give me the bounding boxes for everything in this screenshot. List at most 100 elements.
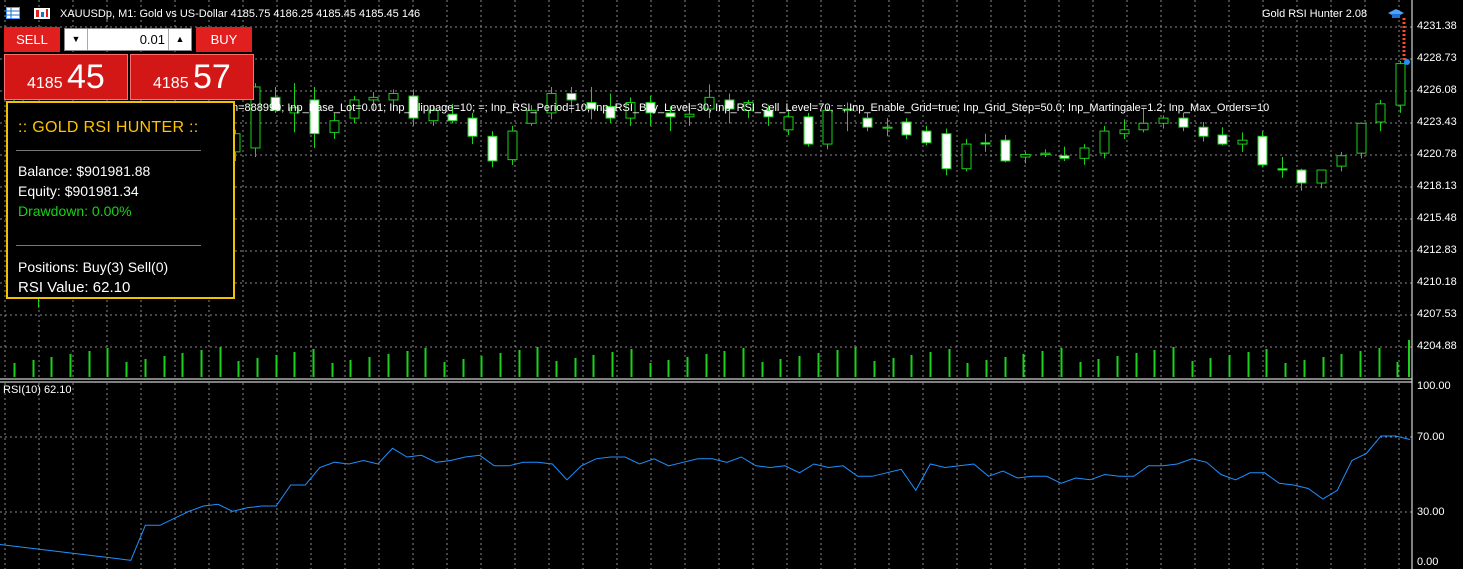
rsi-indicator — [0, 435, 1411, 561]
equity-text: Equity: $901981.34 — [18, 183, 139, 199]
chart-grid-icon[interactable] — [6, 6, 20, 19]
candle-body — [467, 117, 478, 137]
candle-body — [1198, 126, 1209, 137]
candle — [1178, 112, 1189, 132]
candle-body — [1059, 155, 1070, 159]
sell-button[interactable]: SELL — [4, 27, 60, 52]
divider — [16, 150, 201, 151]
symbol-info: XAUUSDp, M1: Gold vs US-Dollar 4185.75 4… — [60, 8, 421, 20]
candle-body — [1138, 122, 1149, 131]
candle-body — [1099, 130, 1110, 154]
rsi-tick: 70.00 — [1417, 431, 1445, 443]
candle — [980, 133, 991, 152]
rsi-line — [0, 435, 1411, 561]
expert-name: Gold RSI Hunter 2.08 — [1262, 8, 1368, 20]
buy-price-pips: 57 — [193, 58, 231, 96]
balance-text: Balance: $901981.88 — [18, 163, 151, 179]
price-tick: 4215.48 — [1417, 212, 1457, 224]
one-click-trading-panel: SELL ▼ ▲ BUY 4185 45 4185 57 — [4, 27, 254, 100]
candle — [1395, 61, 1406, 113]
price-tick: 4218.13 — [1417, 180, 1457, 192]
market-watch-icon[interactable] — [34, 6, 50, 19]
price-tick: 4231.38 — [1417, 20, 1457, 32]
candle-body — [961, 143, 972, 170]
buy-button[interactable]: BUY — [196, 27, 252, 52]
buy-price-prefix: 4185 — [153, 75, 189, 92]
candle-body — [368, 96, 379, 101]
sell-price-pips: 45 — [67, 58, 105, 96]
price-tick: 4204.88 — [1417, 340, 1457, 352]
candle-body — [941, 133, 952, 170]
candle-body — [980, 142, 991, 145]
candle — [1000, 134, 1011, 163]
candle — [1277, 157, 1288, 178]
candle — [1296, 168, 1307, 191]
rsi-value-text: RSI Value: 62.10 — [18, 279, 131, 296]
candle-body — [329, 120, 340, 133]
candle-body — [447, 113, 458, 122]
candle-body — [1296, 169, 1307, 184]
panel-title: :: GOLD RSI HUNTER :: — [18, 119, 199, 136]
candle — [1198, 122, 1209, 142]
candle — [1316, 169, 1327, 189]
candle — [1020, 151, 1031, 164]
candle — [467, 112, 478, 145]
rsi-indicator-label: RSI(10) 62.10 — [3, 384, 72, 396]
candle-body — [882, 126, 893, 129]
trade-levels — [1402, 18, 1410, 65]
candle-body — [1217, 134, 1228, 145]
candle-body — [803, 116, 814, 145]
candle — [803, 112, 814, 147]
price-tick: 4228.73 — [1417, 52, 1457, 64]
candle — [329, 112, 340, 139]
lot-size-field: ▼ ▲ — [64, 28, 192, 51]
price-tick: 4207.53 — [1417, 308, 1457, 320]
candle — [862, 112, 873, 132]
price-tick: 4212.83 — [1417, 244, 1457, 256]
candle-body — [1119, 129, 1130, 135]
positions-text: Positions: Buy(3) Sell(0) — [18, 259, 169, 275]
candle — [1375, 99, 1386, 132]
candle — [1059, 146, 1070, 161]
drawdown-text: Drawdown: 0.00% — [18, 203, 132, 219]
price-tick: 4226.08 — [1417, 84, 1457, 96]
candle — [487, 131, 498, 168]
candle — [882, 118, 893, 137]
candle-body — [1020, 153, 1031, 158]
candle — [1079, 144, 1090, 165]
candle-body — [1395, 63, 1406, 106]
candle-body — [684, 113, 695, 118]
sell-price-prefix: 4185 — [27, 75, 63, 92]
candle-body — [783, 116, 794, 131]
buy-price-box[interactable]: 4185 57 — [130, 54, 254, 100]
candle-body — [1356, 122, 1367, 154]
candle-body — [1257, 135, 1268, 166]
candle-body — [507, 130, 518, 161]
candle-body — [1336, 155, 1347, 167]
candle — [1119, 119, 1130, 139]
lot-increase-icon[interactable]: ▲ — [168, 29, 191, 50]
lot-decrease-icon[interactable]: ▼ — [65, 29, 88, 50]
candle — [941, 128, 952, 176]
candle-body — [487, 135, 498, 162]
candle-body — [1237, 139, 1248, 145]
rsi-tick: 100.00 — [1417, 380, 1451, 392]
candle — [1158, 115, 1169, 129]
lot-size-input[interactable] — [89, 30, 167, 49]
candle — [1356, 122, 1367, 159]
expert-hat-icon[interactable] — [1387, 7, 1404, 19]
sell-price-box[interactable]: 4185 45 — [4, 54, 128, 100]
price-tick: 4220.78 — [1417, 148, 1457, 160]
candle-body — [921, 130, 932, 144]
expert-inputs-text: n=888999; Inp_Base_Lot=0.01; Inp_Slippag… — [232, 102, 1270, 114]
volume-bars — [13, 340, 1410, 377]
candle-body — [822, 109, 833, 145]
candle — [507, 125, 518, 165]
candle-body — [1079, 147, 1090, 159]
divider — [16, 245, 201, 246]
candle-body — [1316, 169, 1327, 184]
candle-body — [1000, 139, 1011, 162]
candle-body — [1040, 152, 1051, 155]
candle — [961, 138, 972, 172]
candle-body — [388, 92, 399, 101]
